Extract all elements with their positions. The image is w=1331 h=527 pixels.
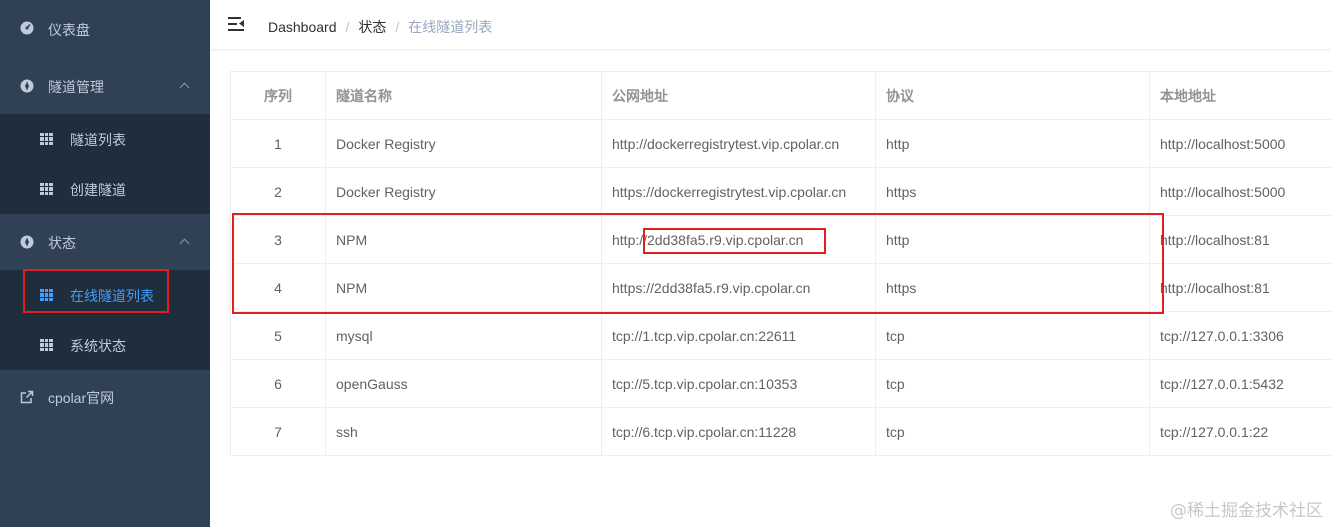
menu-item-website[interactable]: cpolar官网 [0,370,210,424]
sub-item-online-tunnels[interactable]: 在线隧道列表 [0,270,210,320]
table-icon [40,339,53,351]
column-header-local-address: 本地地址 [1149,71,1331,120]
cell-local-address: http://localhost:5000 [1149,119,1331,168]
cell-index: 1 [230,119,326,168]
menu-item-tunnel-manage[interactable]: 隧道管理 [0,57,210,114]
breadcrumb-separator: / [345,19,350,35]
breadcrumb-status[interactable]: 状态 [358,17,386,37]
cell-local-address: http://localhost:5000 [1149,167,1331,216]
cell-local-address: http://localhost:81 [1149,263,1331,312]
cell-index: 6 [230,359,326,408]
compass-icon [20,235,34,249]
menu-label-tunnel-manage: 隧道管理 [48,79,104,95]
cell-name: Docker Registry [325,119,602,168]
table-row: 1 Docker Registry http://dockerregistrytes… [230,119,1331,168]
navbar: Dashboard / 状态 / 在线隧道列表 [210,0,1331,50]
table-row: 3 NPM http://2dd38fa5.r9.vip.cpolar.cn http… [230,215,1331,264]
compass-icon [20,79,34,93]
table-body: 1 Docker Registry http://dockerregistrytes… [230,119,1331,456]
sub-item-tunnel-list[interactable]: 隧道列表 [0,114,210,164]
table-icon [40,183,53,195]
sub-item-system-status[interactable]: 系统状态 [0,320,210,370]
cell-public-url: https://dockerregistrytest.vip.cpolar.cn [601,167,876,216]
breadcrumb-current: 在线隧道列表 [408,19,493,35]
table-row: 2 Docker Registry https://dockerregistryte… [230,167,1331,216]
hamburger-icon[interactable] [228,17,244,31]
sub-label-online-tunnels: 在线隧道列表 [70,288,154,304]
column-header-public-url: 公网地址 [601,71,876,120]
cell-public-url: tcp://6.tcp.vip.cpolar.cn:11228 [601,407,876,456]
cell-name: openGauss [325,359,602,408]
column-header-protocol: 协议 [875,71,1150,120]
column-header-name: 隧道名称 [325,71,602,120]
sub-label-tunnel-list: 隧道列表 [70,132,126,148]
table-row: 6 openGauss tcp://5.tcp.vip.cpolar.cn:1035… [230,359,1331,408]
breadcrumb: Dashboard / 状态 / 在线隧道列表 [268,17,492,37]
cell-protocol: tcp [875,359,1150,408]
table-icon [40,289,53,301]
cell-index: 2 [230,167,326,216]
cell-public-url: http://dockerregistrytest.vip.cpolar.cn [601,119,876,168]
cell-public-url: http://2dd38fa5.r9.vip.cpolar.cn [601,215,876,264]
sidebar: 仪表盘 隧道管理 隧道列表 创建隧道 状态 在线隧道列表 系统状态 cpolar… [0,0,210,527]
cell-index: 7 [230,407,326,456]
cell-protocol: http [875,215,1150,264]
cell-public-url: https://2dd38fa5.r9.vip.cpolar.cn [601,263,876,312]
tunnel-table-container: 序列 隧道名称 公网地址 协议 本地地址 1 Docker Registry htt… [230,71,1331,456]
cell-index: 3 [230,215,326,264]
breadcrumb-dashboard[interactable]: Dashboard [268,19,337,35]
cell-local-address: tcp://127.0.0.1:22 [1149,407,1331,456]
cell-name: NPM [325,215,602,264]
menu-label-status: 状态 [48,235,76,251]
table-icon [40,133,53,145]
table-row: 5 mysql tcp://1.tcp.vip.cpolar.cn:22611 tcp… [230,311,1331,360]
cell-protocol: tcp [875,311,1150,360]
cell-index: 5 [230,311,326,360]
table-row: 4 NPM https://2dd38fa5.r9.vip.cpolar.cn htt… [230,263,1331,312]
sub-item-create-tunnel[interactable]: 创建隧道 [0,164,210,214]
chevron-up-icon [179,82,190,92]
cell-local-address: tcp://127.0.0.1:3306 [1149,311,1331,360]
sub-label-create-tunnel: 创建隧道 [70,182,126,198]
cell-local-address: http://localhost:81 [1149,215,1331,264]
tunnel-table: 序列 隧道名称 公网地址 协议 本地地址 1 Docker Registry htt… [230,71,1331,456]
watermark: @稀土掘金技术社区 [1170,501,1323,521]
breadcrumb-separator: / [395,19,400,35]
cell-name: ssh [325,407,602,456]
cell-name: mysql [325,311,602,360]
menu-label-dashboard: 仪表盘 [48,22,90,38]
column-header-index: 序列 [230,71,326,120]
dashboard-icon [20,21,34,35]
menu-item-dashboard[interactable]: 仪表盘 [0,0,210,57]
cell-name: NPM [325,263,602,312]
cell-index: 4 [230,263,326,312]
cell-protocol: https [875,167,1150,216]
cell-public-url: tcp://5.tcp.vip.cpolar.cn:10353 [601,359,876,408]
cell-protocol: http [875,119,1150,168]
chevron-up-icon [179,238,190,249]
menu-label-website: cpolar官网 [48,390,115,406]
table-header-row: 序列 隧道名称 公网地址 协议 本地地址 [230,71,1331,120]
external-link-icon [20,390,34,404]
cell-protocol: https [875,263,1150,312]
submenu-status: 在线隧道列表 系统状态 [0,270,210,370]
cell-public-url: tcp://1.tcp.vip.cpolar.cn:22611 [601,311,876,360]
submenu-tunnel-manage: 隧道列表 创建隧道 [0,114,210,214]
menu-item-status[interactable]: 状态 [0,214,210,270]
cell-local-address: tcp://127.0.0.1:5432 [1149,359,1331,408]
table-row: 7 ssh tcp://6.tcp.vip.cpolar.cn:11228 tcp tc… [230,407,1331,456]
cell-name: Docker Registry [325,167,602,216]
cell-protocol: tcp [875,407,1150,456]
sub-label-system-status: 系统状态 [70,338,126,354]
